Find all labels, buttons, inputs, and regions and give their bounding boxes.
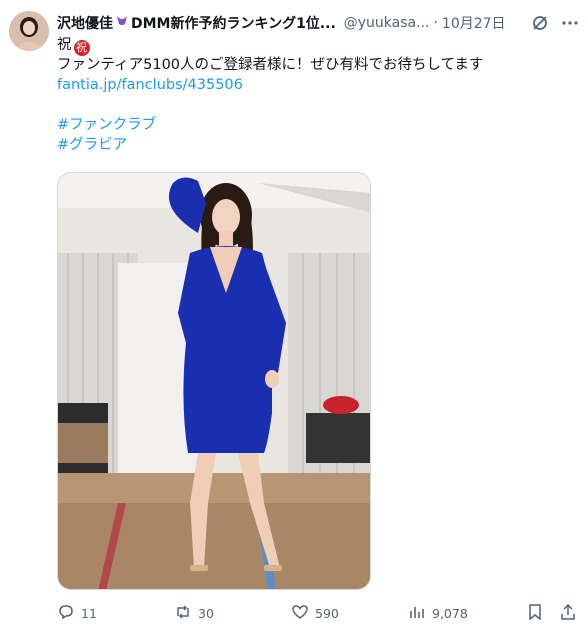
display-name[interactable]: 沢地優佳 DMM新作予約ランキング1位... [57,13,336,33]
like-button[interactable]: 590 [291,602,339,624]
share-icon [559,603,583,624]
tweet-photo[interactable] [57,172,371,590]
like-count: 590 [315,605,339,621]
tweet-header: 沢地優佳 DMM新作予約ランキング1位... @yuukasa... · 10月… [57,13,582,33]
tweet-actions: 11 30 590 9,078 [57,602,582,624]
reply-icon [57,603,81,624]
tweet-line-1: 祝祝 [57,35,577,56]
congratulation-badge: 祝 [73,40,90,56]
views-count: 9,078 [432,605,468,621]
avatar[interactable] [9,11,49,51]
views-button[interactable]: 9,078 [408,602,468,624]
retweet-icon [174,603,198,624]
like-icon [291,603,315,624]
bookmark-icon [526,603,550,624]
user-handle[interactable]: @yuukasa... [344,15,430,31]
hashtag-gravure[interactable]: #グラビア [57,135,577,155]
reply-button[interactable]: 11 [57,602,97,624]
views-icon [408,603,432,624]
retweet-button[interactable]: 30 [174,602,214,624]
more-icon[interactable] [560,13,580,33]
tweet-line-2: ファンティア5100人のご登録者様に！ぜひ有料でお待ちしてます [57,57,484,73]
purple-bikini-emoji-icon [115,14,129,32]
fantia-link[interactable]: fantia.jp/fanclubs/435506 [57,75,577,95]
bookmark-button[interactable] [526,602,550,624]
retweet-count: 30 [198,605,214,621]
tweet-time[interactable]: 10月27日 [442,13,506,33]
separator-dot: · [433,15,438,31]
share-button[interactable] [559,602,583,624]
hashtag-fanclub[interactable]: #ファンクラブ [57,115,577,135]
grok-icon[interactable] [530,13,550,33]
tweet-text: 祝祝 ファンティア5100人のご登録者様に！ぜひ有料でお待ちしてます fanti… [57,35,577,155]
reply-count: 11 [81,605,97,621]
